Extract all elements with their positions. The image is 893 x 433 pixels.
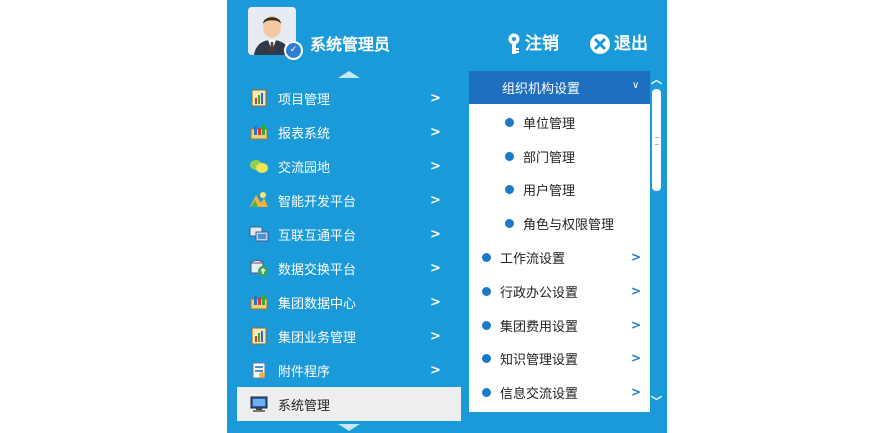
bullet-icon bbox=[482, 387, 491, 397]
menu-scroll-up-icon[interactable] bbox=[338, 71, 360, 78]
menu-item-label: 智能开发平台 bbox=[278, 194, 357, 210]
submenu-group-label: 工作流设置 bbox=[500, 251, 566, 267]
chevron-right-icon: > bbox=[631, 284, 642, 298]
attachment-icon bbox=[249, 361, 269, 379]
scroll-down-icon[interactable]: ﹀ bbox=[651, 393, 662, 409]
chevron-down-icon: ∨ bbox=[632, 80, 640, 91]
bullet-icon bbox=[505, 117, 514, 127]
menu-scroll-down-icon[interactable] bbox=[338, 424, 360, 431]
chevron-right-icon: > bbox=[430, 328, 441, 344]
close-circle-icon bbox=[590, 34, 610, 54]
chat-bubbles-icon bbox=[249, 157, 269, 175]
submenu-group-office[interactable]: 行政办公设置 > bbox=[469, 274, 650, 308]
chevron-right-icon: > bbox=[430, 362, 441, 378]
chevron-right-icon: > bbox=[430, 294, 441, 310]
bullet-icon bbox=[505, 184, 514, 194]
bullet-icon bbox=[505, 151, 514, 161]
exit-button[interactable]: 退出 bbox=[589, 33, 648, 55]
dev-platform-icon bbox=[249, 191, 269, 209]
grip-icon bbox=[655, 137, 659, 145]
chevron-right-icon: > bbox=[631, 385, 642, 399]
chart-book-icon bbox=[249, 89, 269, 107]
username: 系统管理员 bbox=[310, 35, 391, 54]
menu-item-label: 交流园地 bbox=[278, 160, 331, 176]
menu-item-attachments[interactable]: 附件程序 > bbox=[237, 353, 461, 387]
submenu-item-label: 部门管理 bbox=[523, 150, 576, 166]
key-icon bbox=[508, 33, 520, 54]
submenu-group-label: 组织机构设置 bbox=[502, 82, 581, 97]
submenu-group-workflow[interactable]: 工作流设置 > bbox=[469, 240, 650, 274]
menu-item-label: 附件程序 bbox=[278, 364, 331, 380]
submenu-group-info[interactable]: 信息交流设置 > bbox=[469, 375, 650, 409]
menu-item-data-exchange[interactable]: 数据交换平台 > bbox=[237, 251, 461, 285]
menu-item-label: 系统管理 bbox=[278, 398, 331, 414]
submenu-item-role[interactable]: 角色与权限管理 bbox=[469, 206, 650, 240]
bullet-icon bbox=[482, 320, 491, 330]
scrollbar-thumb[interactable] bbox=[652, 89, 661, 191]
chevron-right-icon: > bbox=[430, 260, 441, 276]
menu-item-reports[interactable]: 报表系统 > bbox=[237, 115, 461, 149]
bullet-icon bbox=[482, 252, 491, 262]
menu-item-business[interactable]: 集团业务管理 > bbox=[237, 319, 461, 353]
header: ✓ 系统管理员 注销 退出 bbox=[227, 0, 667, 70]
menu-item-label: 集团数据中心 bbox=[278, 296, 357, 312]
menu-item-dev-platform[interactable]: 智能开发平台 > bbox=[237, 183, 461, 217]
menu-item-label: 报表系统 bbox=[278, 126, 331, 142]
submenu-item-unit[interactable]: 单位管理 bbox=[469, 105, 650, 139]
submenu-group-knowledge[interactable]: 知识管理设置 > bbox=[469, 341, 650, 375]
submenu-group-expense[interactable]: 集团费用设置 > bbox=[469, 308, 650, 342]
menu-item-forum[interactable]: 交流园地 > bbox=[237, 149, 461, 183]
chevron-right-icon: > bbox=[430, 226, 441, 242]
chevron-right-icon: > bbox=[430, 124, 441, 140]
bullet-icon bbox=[505, 218, 514, 228]
submenu-item-label: 单位管理 bbox=[523, 116, 576, 132]
bullet-icon bbox=[482, 353, 491, 363]
submenu-group-org[interactable]: 组织机构设置 ∨ bbox=[469, 71, 650, 104]
submenu-item-label: 角色与权限管理 bbox=[523, 217, 615, 233]
menu-item-system[interactable]: 系统管理 bbox=[237, 387, 461, 421]
submenu-group-label: 行政办公设置 bbox=[500, 285, 579, 301]
menu-item-data-center[interactable]: 集团数据中心 > bbox=[237, 285, 461, 319]
report-folder-icon bbox=[249, 123, 269, 141]
submenu-item-user[interactable]: 用户管理 bbox=[469, 172, 650, 206]
submenu-item-dept[interactable]: 部门管理 bbox=[469, 139, 650, 173]
logout-button[interactable]: 注销 bbox=[506, 33, 559, 55]
chevron-right-icon: > bbox=[631, 250, 642, 264]
menu-item-project[interactable]: 项目管理 > bbox=[237, 81, 461, 115]
submenu-item-label: 用户管理 bbox=[523, 183, 576, 199]
network-icon bbox=[249, 225, 269, 243]
menu-item-label: 数据交换平台 bbox=[278, 262, 357, 278]
menu-item-label: 项目管理 bbox=[278, 92, 331, 108]
data-center-icon bbox=[249, 293, 269, 311]
chevron-right-icon: > bbox=[631, 351, 642, 365]
chevron-right-icon: > bbox=[631, 318, 642, 332]
logout-label: 注销 bbox=[525, 34, 559, 54]
submenu-group-label: 知识管理设置 bbox=[500, 352, 579, 368]
menu-item-label: 集团业务管理 bbox=[278, 330, 357, 346]
monitor-icon bbox=[249, 395, 269, 413]
chevron-right-icon: > bbox=[430, 192, 441, 208]
submenu-group-label: 集团费用设置 bbox=[500, 319, 579, 335]
scroll-up-icon[interactable]: ︿ bbox=[651, 71, 662, 87]
submenu-group-label: 信息交流设置 bbox=[500, 386, 579, 402]
main-menu: 项目管理 > 报表系统 > 交流园地 > 智能开发平台 > 互联互通平台 > 数… bbox=[237, 81, 461, 421]
bullet-icon bbox=[482, 286, 491, 296]
data-exchange-icon bbox=[249, 259, 269, 277]
verified-check-icon: ✓ bbox=[284, 41, 303, 60]
admin-menu-panel: ✓ 系统管理员 注销 退出 项目管理 > 报表系统 > 交流园地 > 智能开发平… bbox=[227, 0, 667, 433]
chevron-right-icon: > bbox=[430, 158, 441, 174]
exit-label: 退出 bbox=[614, 34, 648, 54]
business-book-icon bbox=[249, 327, 269, 345]
submenu-panel: 组织机构设置 ∨ 单位管理 部门管理 用户管理 角色与权限管理 工作流设置 > … bbox=[469, 71, 650, 412]
menu-item-interconnect[interactable]: 互联互通平台 > bbox=[237, 217, 461, 251]
submenu-scrollbar[interactable]: ︿ ﹀ bbox=[650, 71, 664, 412]
menu-item-label: 互联互通平台 bbox=[278, 228, 357, 244]
chevron-right-icon: > bbox=[430, 90, 441, 106]
